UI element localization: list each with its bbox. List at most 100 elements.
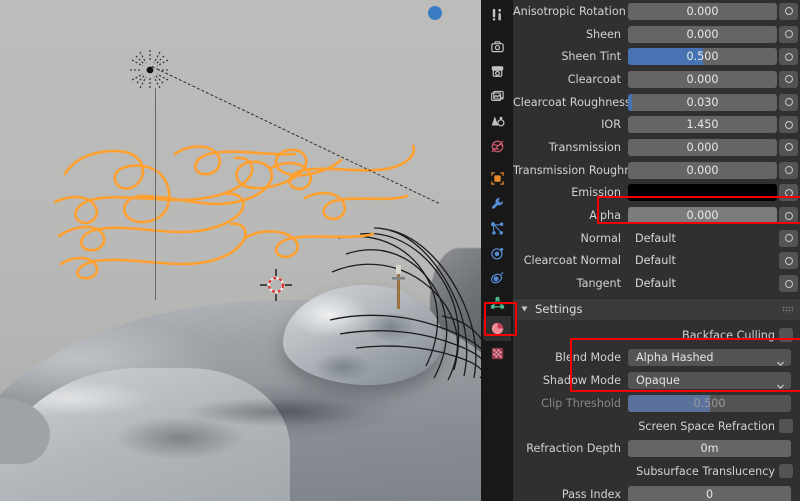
mouse-cursor-dot — [428, 6, 442, 20]
sidebar-item-physics[interactable] — [483, 241, 511, 266]
3d-cursor — [260, 269, 292, 301]
property-label: Emission — [571, 186, 621, 200]
property-label: Transmission Roughness — [513, 163, 628, 177]
sidebar-item-tool[interactable] — [483, 2, 511, 27]
settings-label: Screen Space Refraction — [638, 419, 775, 433]
settings-label: Subsurface Translucency — [636, 464, 775, 478]
ior-slider[interactable]: 1.450 — [628, 116, 777, 134]
animate-property-button[interactable] — [779, 252, 798, 270]
property-label: Clearcoat Roughness — [513, 95, 628, 109]
sidebar-item-render[interactable] — [483, 34, 511, 59]
screen-space-refraction-checkbox[interactable] — [779, 419, 793, 434]
sheen-slider[interactable]: 0.000 — [628, 25, 777, 43]
printer-icon — [490, 64, 505, 79]
settings-label: Refraction Depth — [526, 442, 621, 456]
properties-tab-column[interactable] — [481, 0, 513, 501]
property-row-tangent: Tangent Default — [513, 272, 800, 295]
pass-index-value: 0 — [705, 487, 714, 501]
animate-property-button[interactable] — [779, 70, 798, 88]
animate-property-button[interactable] — [779, 138, 798, 156]
property-label: Sheen — [585, 27, 621, 41]
sidebar-item-texture[interactable] — [483, 341, 511, 366]
sidebar-item-modifier[interactable] — [483, 191, 511, 216]
cone-sphere-icon — [490, 114, 505, 129]
sidebar-item-constraints[interactable] — [483, 266, 511, 291]
animate-property-button[interactable] — [779, 48, 798, 66]
clip-threshold-slider[interactable]: 0.500 — [628, 394, 791, 412]
backface-culling-checkbox[interactable] — [779, 328, 793, 343]
pass-index-field[interactable]: 0 — [628, 485, 791, 501]
animate-property-button[interactable] — [779, 2, 798, 20]
property-row-clearcoat: Clearcoat 0.000 — [513, 68, 800, 91]
emission-color-swatch[interactable] — [628, 184, 777, 202]
anisotropic-rotation-slider[interactable]: 0.000 — [628, 2, 777, 20]
camera-back-icon — [490, 39, 505, 54]
light-gizmo-stem — [155, 88, 156, 300]
material-sphere-icon — [490, 321, 505, 336]
keyframe-dot-icon — [784, 75, 793, 84]
transmission-slider[interactable]: 0.000 — [628, 138, 777, 156]
blend-mode-dropdown[interactable]: Alpha Hashed — [628, 349, 791, 367]
constraint-icon — [490, 271, 505, 286]
panel-grip-icon — [782, 305, 793, 313]
animate-property-button[interactable] — [779, 229, 798, 247]
sidebar-item-world[interactable] — [483, 134, 511, 159]
property-label: Sheen Tint — [561, 50, 621, 64]
sidebar-item-scene[interactable] — [483, 109, 511, 134]
property-value: 0.000 — [686, 209, 719, 223]
property-label: Transmission — [548, 140, 621, 154]
3d-viewport[interactable] — [0, 0, 481, 501]
property-label: Normal — [580, 231, 621, 245]
keyframe-dot-icon — [784, 234, 793, 243]
sun-light-gizmo[interactable] — [128, 48, 172, 92]
animate-property-button[interactable] — [779, 184, 798, 202]
shadow-mode-value: Opaque — [636, 374, 680, 388]
property-label: Clearcoat Normal — [523, 254, 621, 268]
tangent-input[interactable]: Default — [628, 275, 777, 293]
sidebar-item-object[interactable] — [483, 166, 511, 191]
shadow-mode-dropdown[interactable]: Opaque — [628, 372, 791, 390]
sheen-tint-slider[interactable]: 0.500 — [628, 48, 777, 66]
normal-input[interactable]: Default — [628, 229, 777, 247]
clip-threshold-value: 0.500 — [693, 396, 726, 410]
animate-property-button[interactable] — [779, 161, 798, 179]
settings-label: Blend Mode — [555, 351, 621, 365]
animate-property-button[interactable] — [779, 207, 798, 225]
settings-panel-header[interactable]: Settings — [513, 297, 800, 320]
keyframe-dot-icon — [784, 143, 793, 152]
subsurface-translucency-checkbox[interactable] — [779, 464, 793, 479]
sidebar-item-object-data[interactable] — [483, 291, 511, 316]
animate-property-button[interactable] — [779, 93, 798, 111]
chevron-down-icon — [521, 306, 528, 312]
refraction-depth-field[interactable]: 0m — [628, 440, 791, 458]
particles-icon — [490, 221, 505, 236]
property-label: Clearcoat — [567, 72, 621, 86]
settings-row-shadow-mode: Shadow Mode Opaque — [513, 369, 800, 392]
animate-property-button[interactable] — [779, 116, 798, 134]
clearcoat-roughness-slider[interactable]: 0.030 — [628, 93, 777, 111]
property-value: 0.000 — [686, 72, 719, 86]
axe-prop-object[interactable] — [392, 265, 406, 311]
grease-pencil-scribble[interactable] — [53, 138, 425, 283]
property-value: 0.030 — [686, 95, 719, 109]
property-value: Default — [635, 231, 676, 245]
wrench-icon — [490, 196, 505, 211]
sidebar-item-particles[interactable] — [483, 216, 511, 241]
sidebar-item-output[interactable] — [483, 59, 511, 84]
property-label: IOR — [601, 118, 621, 132]
keyframe-dot-icon — [784, 188, 793, 197]
property-row-anisotropic-rotation: Anisotropic Rotation 0.000 — [513, 0, 800, 23]
property-row-transmission: Transmission 0.000 — [513, 136, 800, 159]
alpha-slider[interactable]: 0.000 — [628, 207, 777, 225]
clearcoat-slider[interactable]: 0.000 — [628, 70, 777, 88]
animate-property-button[interactable] — [779, 25, 798, 43]
sidebar-item-material[interactable] — [483, 316, 511, 341]
sidebar-item-view-layer[interactable] — [483, 84, 511, 109]
settings-label: Backface Culling — [682, 328, 775, 342]
property-value: 0.000 — [686, 163, 719, 177]
transmission-roughness-slider[interactable]: 0.000 — [628, 161, 777, 179]
clearcoat-normal-input[interactable]: Default — [628, 252, 777, 270]
property-row-sheen: Sheen 0.000 — [513, 23, 800, 46]
animate-property-button[interactable] — [779, 275, 798, 293]
keyframe-dot-icon — [784, 98, 793, 107]
